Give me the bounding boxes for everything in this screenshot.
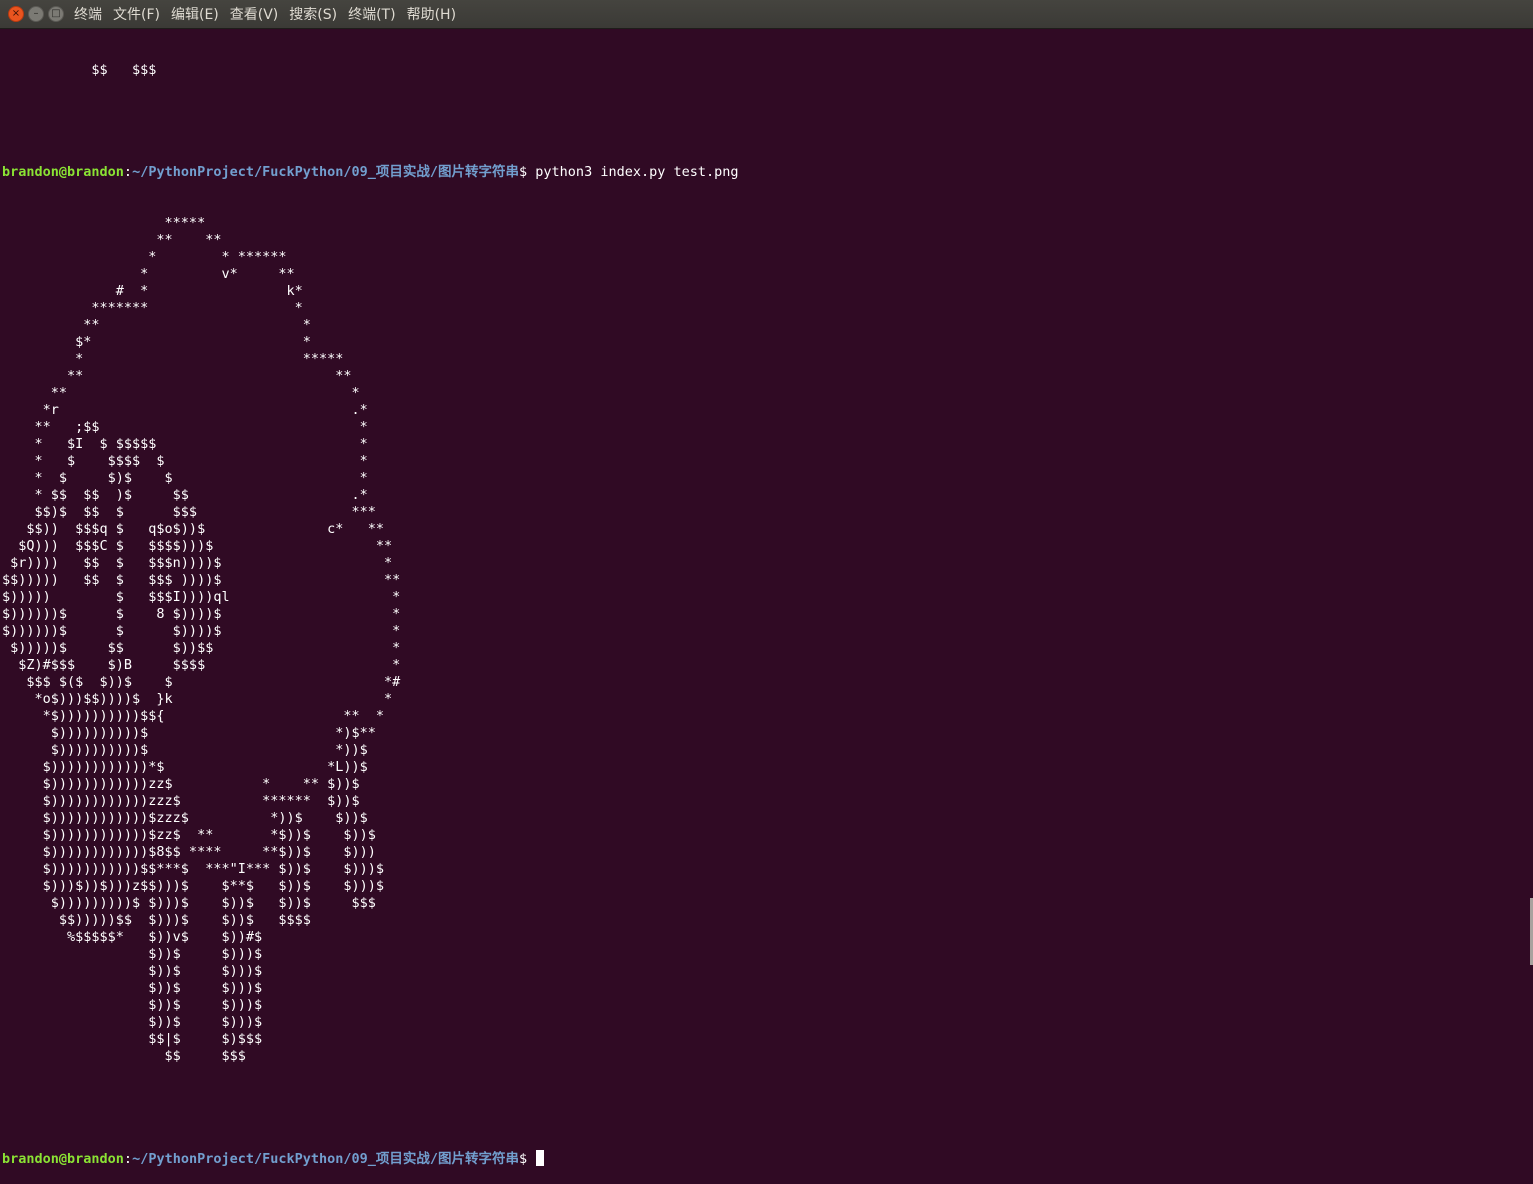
- command-text: python3 index.py test.png: [535, 164, 739, 180]
- menu-file[interactable]: 文件(F): [113, 4, 160, 24]
- prompt-path: ~/PythonProject/FuckPython/09_项目实战/图片转字符…: [132, 1151, 520, 1167]
- previous-output-fragment: $$ $$$: [2, 62, 157, 78]
- prompt-user-host: brandon@brandon: [2, 1151, 124, 1167]
- terminal-output[interactable]: $$ $$$ brandon@brandon:~/PythonProject/F…: [2, 28, 1533, 1167]
- prompt-colon: :: [123, 1151, 133, 1167]
- menu-edit[interactable]: 编辑(E): [171, 4, 219, 24]
- terminal-titlebar: × – □ 终端 文件(F) 编辑(E) 查看(V) 搜索(S) 终端(T) 帮…: [0, 0, 1533, 29]
- menu-help[interactable]: 帮助(H): [407, 4, 456, 24]
- text-cursor: [536, 1150, 545, 1166]
- menu-terminal-app[interactable]: 终端: [74, 4, 102, 24]
- menu-search[interactable]: 搜索(S): [289, 4, 337, 24]
- prompt-symbol: $: [519, 1151, 536, 1167]
- prompt-path: ~/PythonProject/FuckPython/09_项目实战/图片转字符…: [132, 164, 520, 180]
- menu-view[interactable]: 查看(V): [230, 4, 279, 24]
- minimize-window-button[interactable]: –: [28, 6, 44, 22]
- prompt-user-host: brandon@brandon: [2, 164, 124, 180]
- maximize-window-button[interactable]: □: [48, 6, 64, 22]
- active-prompt-line[interactable]: brandon@brandon:~/PythonProject/FuckPyth…: [2, 1150, 1533, 1167]
- close-window-button[interactable]: ×: [8, 6, 24, 22]
- window-controls: × – □: [8, 6, 64, 22]
- ascii-art-output: ***** ** ** * * ****** * v* ** # * k* **…: [2, 215, 401, 1064]
- menu-terminal[interactable]: 终端(T): [348, 4, 395, 24]
- prompt-colon: :: [123, 164, 133, 180]
- command-line: brandon@brandon:~/PythonProject/FuckPyth…: [2, 164, 1533, 181]
- menu-bar: 终端 文件(F) 编辑(E) 查看(V) 搜索(S) 终端(T) 帮助(H): [74, 4, 456, 24]
- prompt-symbol: $: [519, 164, 536, 180]
